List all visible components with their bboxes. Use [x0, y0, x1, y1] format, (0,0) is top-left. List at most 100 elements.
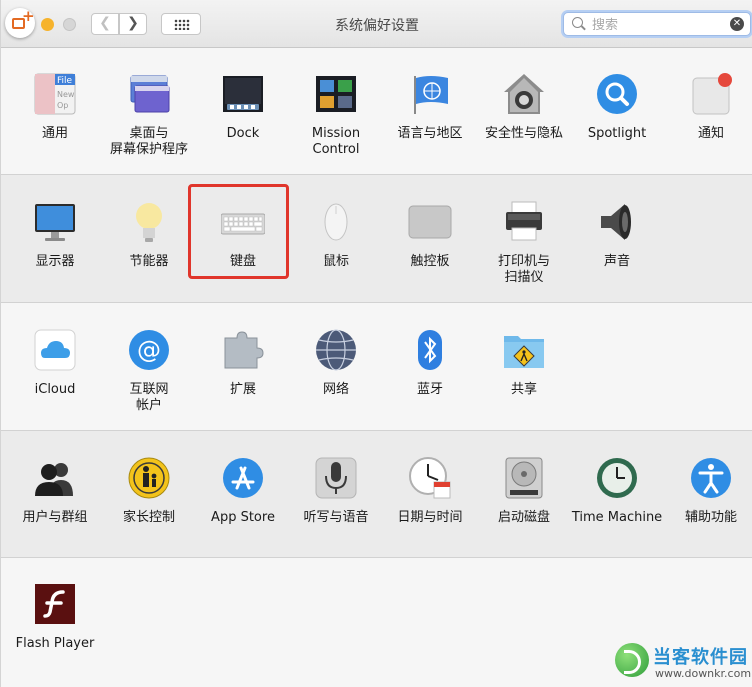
pane-energy-saver[interactable]: 节能器: [103, 200, 195, 270]
date-time-icon: [408, 456, 452, 500]
pane-bluetooth[interactable]: 蓝牙: [384, 328, 476, 398]
pane-internet-accounts[interactable]: @ 互联网 帐户: [103, 328, 195, 414]
pane-parental-controls[interactable]: 家长控制: [103, 456, 195, 526]
pane-label: 通知: [697, 126, 724, 141]
pane-dictation-speech[interactable]: 听写与语音: [290, 456, 382, 526]
pane-users-groups[interactable]: 用户与群组: [9, 456, 101, 526]
pane-trackpad[interactable]: 触控板: [384, 200, 476, 270]
pane-label: Spotlight: [587, 126, 647, 141]
pane-notifications[interactable]: 通知: [665, 72, 752, 142]
forward-button[interactable]: ❯: [119, 13, 147, 35]
pane-label: 听写与语音: [303, 510, 369, 525]
keyboard-highlight-box: [188, 184, 289, 279]
pane-startup-disk[interactable]: 启动磁盘: [478, 456, 570, 526]
pane-sound[interactable]: 声音: [571, 200, 663, 270]
pane-printers-scanners[interactable]: 打印机与 扫描仪: [478, 200, 570, 286]
mission-control-icon: [314, 72, 358, 116]
pane-icloud[interactable]: iCloud: [9, 328, 101, 398]
time-machine-icon: [595, 456, 639, 500]
title-bar: + ❮ ❯ 系统偏好设置 ✕: [1, 0, 752, 48]
watermark-logo-icon: [615, 643, 649, 677]
pane-language-region[interactable]: 语言与地区: [384, 72, 476, 142]
accessibility-icon: [689, 456, 733, 500]
mouse-icon: [314, 200, 358, 244]
trackpad-icon: [408, 200, 452, 244]
pane-label: 互联网 帐户: [129, 382, 169, 413]
pane-label: 用户与群组: [22, 510, 88, 525]
pane-label: 通用: [41, 126, 68, 141]
watermark: 当客软件园 www.downkr.com: [615, 641, 751, 685]
flash-player-icon: [33, 582, 77, 626]
pane-mouse[interactable]: 鼠标: [290, 200, 382, 270]
pane-label: Flash Player: [15, 636, 95, 651]
svg-text:@: @: [137, 336, 161, 364]
network-icon: [314, 328, 358, 372]
pane-accessibility[interactable]: 辅助功能: [665, 456, 752, 526]
pane-displays[interactable]: 显示器: [9, 200, 101, 270]
system-preferences-window: + ❮ ❯ 系统偏好设置 ✕ File New Op 通用 桌面与 屏幕保护程序 D…: [0, 0, 752, 687]
parental-controls-icon: [127, 456, 171, 500]
pane-extensions[interactable]: 扩展: [197, 328, 289, 398]
pane-desktop-screensaver[interactable]: 桌面与 屏幕保护程序: [103, 72, 195, 158]
pane-label: 家长控制: [122, 510, 175, 525]
pane-label: 语言与地区: [397, 126, 463, 141]
startup-disk-icon: [502, 456, 546, 500]
pane-general[interactable]: File New Op 通用: [9, 72, 101, 142]
pane-network[interactable]: 网络: [290, 328, 382, 398]
pane-label: 桌面与 屏幕保护程序: [109, 126, 188, 157]
users-groups-icon: [33, 456, 77, 500]
pane-label: 日期与时间: [397, 510, 463, 525]
dictation-speech-icon: [314, 456, 358, 500]
extensions-icon: [221, 328, 265, 372]
watermark-url: www.downkr.com: [655, 667, 752, 680]
pane-label: 触控板: [410, 254, 450, 269]
svg-text:New: New: [57, 90, 75, 99]
pane-label: 节能器: [129, 254, 169, 269]
pane-sharing[interactable]: 共享: [478, 328, 570, 398]
sound-icon: [595, 200, 639, 244]
pane-label: 打印机与 扫描仪: [497, 254, 550, 285]
pane-label: 鼠标: [322, 254, 349, 269]
pane-label: 共享: [510, 382, 537, 397]
svg-text:Op: Op: [57, 101, 68, 110]
pane-label: Time Machine: [571, 510, 663, 525]
pane-label: 辅助功能: [684, 510, 737, 525]
back-button[interactable]: ❮: [91, 13, 119, 35]
pane-flash-player[interactable]: Flash Player: [9, 582, 101, 652]
pane-label: 启动磁盘: [497, 510, 550, 525]
internet-accounts-icon: @: [127, 328, 171, 372]
clear-search-icon[interactable]: ✕: [730, 17, 744, 31]
pane-label: App Store: [211, 510, 275, 525]
pane-security-privacy[interactable]: 安全性与隐私: [478, 72, 570, 142]
bluetooth-icon: [408, 328, 452, 372]
general-icon: File New Op: [33, 72, 77, 116]
notifications-icon: [689, 72, 733, 116]
window-title: 系统偏好设置: [335, 18, 419, 34]
security-privacy-icon: [502, 72, 546, 116]
search-input[interactable]: [590, 15, 724, 35]
pane-app-store[interactable]: App Store: [197, 456, 289, 526]
pane-label: 扩展: [229, 382, 256, 397]
energy-saver-icon: [127, 200, 171, 244]
pane-label: 蓝牙: [416, 382, 443, 397]
grid-icon: [174, 19, 190, 30]
icloud-icon: [33, 328, 77, 372]
pane-label: 声音: [603, 254, 630, 269]
displays-icon: [33, 200, 77, 244]
pane-label: Mission Control: [311, 126, 361, 157]
watermark-name: 当客软件园: [653, 647, 748, 668]
pane-dock[interactable]: Dock: [197, 72, 289, 142]
pane-label: 显示器: [35, 254, 75, 269]
search-field[interactable]: ✕: [563, 12, 751, 36]
pane-spotlight[interactable]: Spotlight: [571, 72, 663, 142]
pane-label: iCloud: [34, 382, 76, 397]
search-icon: [572, 17, 583, 28]
zoom-window-button[interactable]: [63, 18, 76, 31]
pane-mission-control[interactable]: Mission Control: [290, 72, 382, 158]
desktop-screensaver-icon: [127, 72, 171, 116]
show-all-button[interactable]: [161, 13, 201, 35]
app-store-icon: [221, 456, 265, 500]
pane-time-machine[interactable]: Time Machine: [571, 456, 663, 526]
pane-date-time[interactable]: 日期与时间: [384, 456, 476, 526]
minimize-window-button[interactable]: [41, 18, 54, 31]
